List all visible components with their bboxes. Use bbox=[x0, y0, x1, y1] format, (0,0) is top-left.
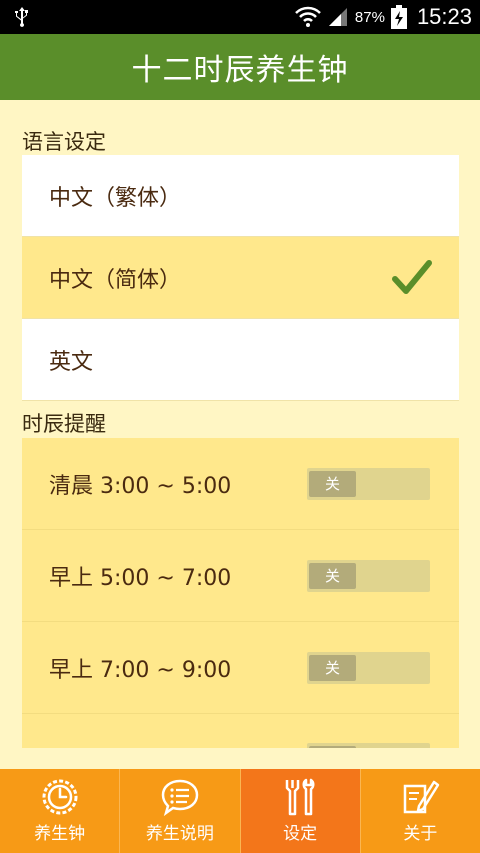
clock-gear-icon bbox=[42, 779, 78, 815]
status-bar: 87% 15:23 bbox=[0, 0, 480, 34]
app-bar: 十二时辰养生钟 bbox=[0, 34, 480, 100]
tab-label: 养生钟 bbox=[34, 824, 86, 844]
toggle-knob: 关 bbox=[309, 654, 356, 681]
language-section-header: 语言设定 bbox=[22, 130, 106, 154]
settings-content[interactable]: 语言设定 中文（繁体） 中文（简体） 英文 时辰提醒 清晨 3:00 ~ 5:0… bbox=[0, 100, 480, 748]
tab-settings[interactable]: 设定 bbox=[239, 769, 360, 853]
tab-label: 养生说明 bbox=[145, 824, 214, 844]
language-option-traditional[interactable]: 中文（繁体） bbox=[22, 155, 459, 237]
status-time: 15:23 bbox=[416, 4, 472, 29]
toggle-knob: 关 bbox=[309, 470, 356, 497]
reminder-section-header: 时辰提醒 bbox=[22, 412, 106, 436]
tab-guide[interactable]: 养生说明 bbox=[119, 769, 239, 853]
battery-percent: 87% bbox=[354, 8, 385, 26]
language-option-label: 中文（繁体） bbox=[49, 185, 182, 211]
reminder-time-label: 清晨 3:00 ~ 5:00 bbox=[49, 473, 232, 499]
tools-icon bbox=[285, 778, 315, 816]
language-list: 中文（繁体） 中文（简体） 英文 bbox=[22, 155, 459, 401]
reminder-toggle[interactable]: 关 bbox=[307, 651, 430, 684]
usb-icon bbox=[15, 7, 28, 27]
language-option-simplified[interactable]: 中文（简体） bbox=[22, 237, 459, 319]
battery-charging-icon bbox=[390, 5, 407, 29]
tab-about[interactable]: 关于 bbox=[359, 769, 480, 853]
reminder-time-label: 早上 7:00 ~ 9:00 bbox=[49, 657, 232, 683]
tab-label: 设定 bbox=[283, 824, 318, 844]
reminder-toggle[interactable]: 关 bbox=[307, 559, 430, 592]
bottom-tab-bar: 养生钟 养生说明 设定 关于 bbox=[0, 769, 480, 853]
reminder-toggle[interactable]: 关 bbox=[307, 467, 430, 500]
chat-list-icon bbox=[161, 779, 199, 817]
toggle-knob bbox=[309, 746, 356, 748]
checkmark-icon bbox=[392, 260, 432, 294]
reminder-row: 早上 5:00 ~ 7:00 关 bbox=[22, 530, 459, 622]
wifi-icon bbox=[295, 6, 321, 27]
toggle-knob: 关 bbox=[309, 562, 356, 589]
language-option-label: 英文 bbox=[49, 349, 94, 375]
language-option-label: 中文（简体） bbox=[49, 267, 182, 293]
reminder-list: 清晨 3:00 ~ 5:00 关 早上 5:00 ~ 7:00 关 早上 7:0… bbox=[22, 438, 459, 748]
reminder-row: 早上 7:00 ~ 9:00 关 bbox=[22, 622, 459, 714]
signal-icon bbox=[328, 8, 347, 26]
language-option-english[interactable]: 英文 bbox=[22, 319, 459, 401]
app-title: 十二时辰养生钟 bbox=[131, 53, 349, 88]
note-pen-icon bbox=[404, 780, 440, 814]
tab-label: 关于 bbox=[403, 824, 438, 844]
reminder-toggle[interactable] bbox=[307, 743, 430, 748]
reminder-row-partial bbox=[22, 714, 459, 748]
reminder-time-label: 早上 5:00 ~ 7:00 bbox=[49, 565, 232, 591]
reminder-row: 清晨 3:00 ~ 5:00 关 bbox=[22, 438, 459, 530]
tab-clock[interactable]: 养生钟 bbox=[0, 769, 119, 853]
